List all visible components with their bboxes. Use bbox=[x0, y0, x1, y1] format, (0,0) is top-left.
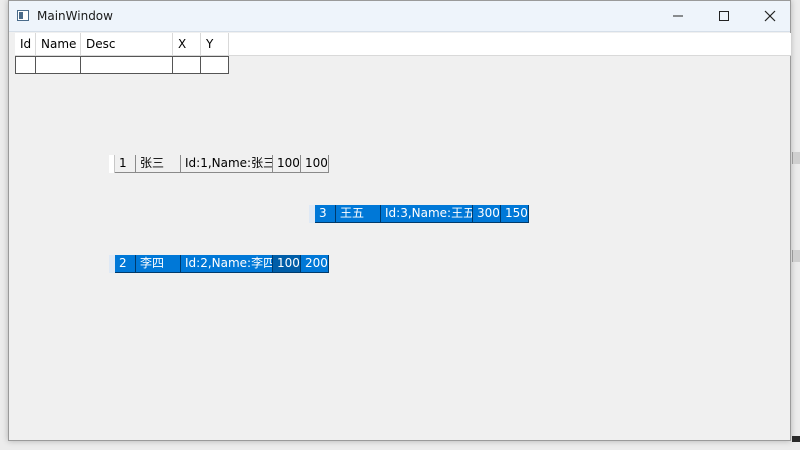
app-window-icon bbox=[17, 10, 29, 21]
column-header-id[interactable]: Id bbox=[15, 33, 36, 55]
empty-cell[interactable] bbox=[201, 56, 229, 74]
cell-name[interactable]: 李四 bbox=[136, 255, 181, 273]
cell-y[interactable]: 100 bbox=[301, 155, 329, 173]
cell-id[interactable]: 3 bbox=[315, 205, 336, 223]
cell-desc[interactable]: Id:2,Name:李四 bbox=[181, 255, 273, 273]
taskbar-edge bbox=[792, 436, 800, 442]
background-window-edge bbox=[792, 250, 800, 262]
empty-cell[interactable] bbox=[36, 56, 81, 74]
cell-desc[interactable]: Id:3,Name:王五 bbox=[381, 205, 473, 223]
maximize-icon bbox=[719, 11, 729, 21]
close-icon bbox=[764, 10, 776, 22]
column-header-name[interactable]: Name bbox=[36, 33, 81, 55]
cell-x[interactable]: 100 bbox=[273, 255, 301, 273]
empty-cell[interactable] bbox=[173, 56, 201, 74]
table-row[interactable]: 1 张三 Id:1,Name:张三 100 100 bbox=[109, 155, 329, 173]
window-title: MainWindow bbox=[37, 9, 113, 23]
cell-x[interactable]: 300 bbox=[473, 205, 501, 223]
desktop: MainWindow Id Name Desc X Y 1 张三 Id:1,Na… bbox=[0, 0, 800, 450]
cell-desc[interactable]: Id:1,Name:张三 bbox=[181, 155, 273, 173]
table-row[interactable]: 3 王五 Id:3,Name:王五 300 150 bbox=[309, 205, 529, 223]
cell-id[interactable]: 2 bbox=[115, 255, 136, 273]
cell-y[interactable]: 200 bbox=[301, 255, 329, 273]
minimize-icon bbox=[673, 15, 683, 17]
minimize-button[interactable] bbox=[655, 1, 701, 31]
column-header-x[interactable]: X bbox=[173, 33, 201, 55]
empty-cell[interactable] bbox=[15, 56, 36, 74]
cell-name[interactable]: 张三 bbox=[136, 155, 181, 173]
cell-x[interactable]: 100 bbox=[273, 155, 301, 173]
data-grid-header: Id Name Desc X Y bbox=[15, 33, 791, 56]
title-bar[interactable]: MainWindow bbox=[9, 1, 790, 32]
empty-grid-row[interactable] bbox=[15, 56, 229, 74]
column-header-y[interactable]: Y bbox=[201, 33, 229, 55]
table-row[interactable]: 2 李四 Id:2,Name:李四 100 200 bbox=[109, 255, 329, 273]
background-window-edge bbox=[792, 152, 800, 164]
cell-y[interactable]: 150 bbox=[501, 205, 529, 223]
maximize-button[interactable] bbox=[701, 1, 747, 31]
cell-name[interactable]: 王五 bbox=[336, 205, 381, 223]
empty-cell[interactable] bbox=[81, 56, 173, 74]
main-window: MainWindow Id Name Desc X Y 1 张三 Id:1,Na… bbox=[8, 0, 791, 441]
close-button[interactable] bbox=[747, 1, 793, 31]
cell-id[interactable]: 1 bbox=[115, 155, 136, 173]
column-header-desc[interactable]: Desc bbox=[81, 33, 173, 55]
